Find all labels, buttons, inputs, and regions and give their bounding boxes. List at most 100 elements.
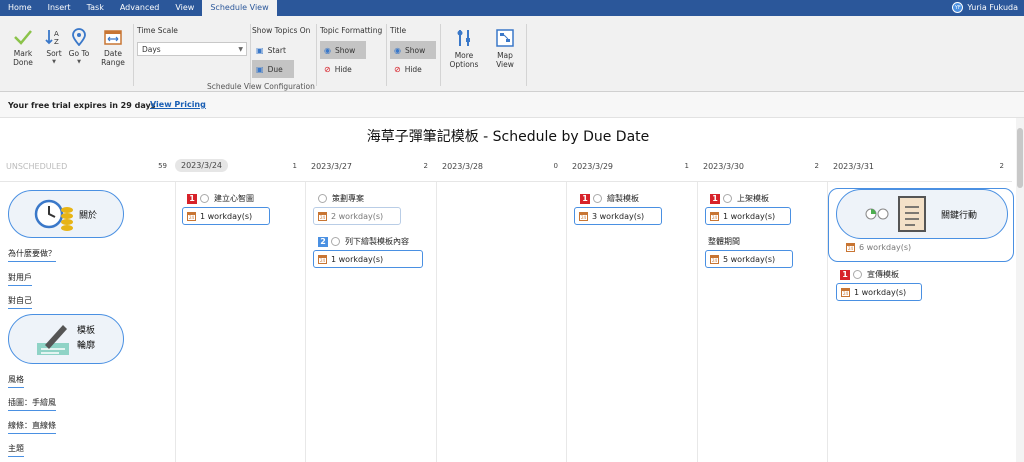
- column-header-2023-3-28[interactable]: 2023/3/28 0: [436, 156, 566, 182]
- column-count: 2: [814, 162, 819, 170]
- eye-icon: ◉: [324, 45, 331, 55]
- progress-circle-icon[interactable]: [200, 194, 209, 203]
- trial-message: Your free trial expires in 29 days: [8, 101, 156, 110]
- date-range-button[interactable]: Date Range: [98, 28, 128, 67]
- calendar-start-icon: ▣: [256, 45, 264, 55]
- progress-circle-icon[interactable]: [853, 270, 862, 279]
- task-row[interactable]: 策劃專案: [318, 193, 364, 204]
- task-row[interactable]: 1 上架模板: [710, 193, 769, 204]
- progress-circle-icon[interactable]: [593, 194, 602, 203]
- topic-item[interactable]: 線條：直線條: [8, 420, 56, 434]
- task-row[interactable]: 整體期間: [708, 236, 740, 247]
- progress-circle-icon[interactable]: [723, 194, 732, 203]
- column-count: 1: [684, 162, 689, 170]
- topic-item[interactable]: 對自己: [8, 295, 32, 309]
- title-show-toggle[interactable]: ◉ Show: [390, 41, 436, 59]
- tab-view[interactable]: View: [167, 0, 202, 16]
- topic-formatting-label: Topic Formatting: [320, 26, 383, 35]
- ribbon-separator: [133, 24, 134, 86]
- column-header-2023-3-31[interactable]: 2023/3/31 2: [827, 156, 1012, 182]
- topic-item[interactable]: 主題: [8, 443, 24, 457]
- eye-icon: ◉: [394, 45, 401, 55]
- duration-box[interactable]: 24 1 workday(s): [313, 250, 423, 268]
- go-to-label: Go To: [68, 49, 90, 58]
- calendar-icon: 24: [710, 254, 719, 264]
- view-pricing-link[interactable]: View Pricing: [150, 100, 206, 109]
- duration-box[interactable]: 24 2 workday(s): [313, 207, 401, 225]
- go-to-button[interactable]: Go To ▼: [66, 28, 92, 67]
- due-label: Due: [267, 64, 283, 74]
- task-row[interactable]: 1 宣傳模板: [840, 269, 899, 280]
- column-header-2023-3-27[interactable]: 2023/3/27 2: [305, 156, 436, 182]
- column-header-2023-3-24[interactable]: 2023/3/24 1: [175, 156, 305, 182]
- column-header-2023-3-29[interactable]: 2023/3/29 1: [566, 156, 697, 182]
- hide-label: Hide: [404, 64, 422, 74]
- chevron-down-icon: ▼: [238, 46, 243, 53]
- topic-card-about[interactable]: 關於: [8, 190, 124, 238]
- duration-row[interactable]: 24 6 workday(s): [846, 243, 911, 252]
- tools-icon: [457, 30, 470, 46]
- ribbon-separator: [386, 24, 387, 86]
- task-label: 上架模板: [737, 194, 769, 203]
- tab-task[interactable]: Task: [79, 0, 112, 16]
- duration-text: 1 workday(s): [723, 211, 776, 221]
- tab-insert[interactable]: Insert: [40, 0, 79, 16]
- due-toggle[interactable]: ▣ Due: [252, 60, 294, 78]
- task-row[interactable]: 2 列下繪製模板內容: [318, 236, 409, 247]
- topic-card-label: 關鍵行動: [941, 210, 978, 221]
- topic-card-template-outline[interactable]: 模板 輪廓: [8, 314, 124, 364]
- progress-circle-icon[interactable]: [318, 194, 327, 203]
- start-toggle[interactable]: ▣ Start: [252, 41, 294, 59]
- topic-item[interactable]: 對用戶: [8, 272, 32, 286]
- task-row[interactable]: 1 建立心智圖: [187, 193, 254, 204]
- time-scale-select[interactable]: Days ▼: [137, 42, 247, 56]
- document-icon: [898, 196, 926, 232]
- user-name: Yuria Fukuda: [967, 3, 1018, 12]
- topic-formatting-hide-toggle[interactable]: ⊘ Hide: [320, 60, 366, 78]
- ribbon-separator: [316, 24, 317, 86]
- topic-card-key-action[interactable]: 關鍵行動: [836, 189, 1008, 239]
- sort-button[interactable]: AZ Sort ▼: [44, 28, 64, 67]
- priority-badge: 1: [187, 193, 197, 204]
- priority-badge: 1: [580, 193, 590, 204]
- time-scale-value: Days: [142, 45, 161, 54]
- title-hide-toggle[interactable]: ⊘ Hide: [390, 60, 436, 78]
- topic-item[interactable]: 插圖：手繪風: [8, 397, 56, 411]
- column-date: 2023/3/28: [442, 162, 484, 171]
- tab-schedule-view[interactable]: Schedule View: [202, 0, 277, 16]
- column-divider: [305, 182, 306, 462]
- calendar-icon: 24: [841, 287, 850, 297]
- scrollbar-thumb[interactable]: [1017, 128, 1023, 188]
- progress-circle-icon[interactable]: [331, 237, 340, 246]
- calendar-due-icon: ▣: [256, 64, 264, 74]
- topic-item[interactable]: 為什麼要做？: [8, 248, 56, 262]
- task-label: 繪製模板: [607, 194, 639, 203]
- duration-text: 1 workday(s): [200, 211, 253, 221]
- ribbon-separator: [440, 24, 441, 86]
- topic-item[interactable]: 風格: [8, 374, 24, 388]
- duration-box[interactable]: 24 1 workday(s): [182, 207, 270, 225]
- more-options-button[interactable]: More Options: [446, 28, 482, 69]
- tab-advanced[interactable]: Advanced: [112, 0, 168, 16]
- tab-home[interactable]: Home: [0, 0, 40, 16]
- map-view-button[interactable]: Map View: [490, 28, 520, 69]
- topic-formatting-show-toggle[interactable]: ◉ Show: [320, 41, 366, 59]
- column-header-unscheduled[interactable]: UNSCHEDULED 59: [0, 156, 175, 182]
- vertical-scrollbar[interactable]: [1016, 118, 1024, 462]
- time-scale-label: Time Scale: [137, 26, 178, 35]
- duration-box[interactable]: 24 3 workday(s): [574, 207, 662, 225]
- duration-box[interactable]: 24 5 workday(s): [705, 250, 793, 268]
- svg-text:Z: Z: [54, 38, 59, 46]
- column-divider: [697, 182, 698, 462]
- user-account[interactable]: YF Yuria Fukuda: [952, 2, 1018, 13]
- column-header-2023-3-30[interactable]: 2023/3/30 2: [697, 156, 827, 182]
- duration-box[interactable]: 24 1 workday(s): [836, 283, 922, 301]
- menu-bar: Home Insert Task Advanced View Schedule …: [0, 0, 1024, 16]
- topic-card-label-wrap: 模板 輪廓: [77, 324, 95, 354]
- map-view-label: Map View: [496, 51, 514, 69]
- mark-done-button[interactable]: Mark Done: [8, 28, 38, 67]
- column-count: 1: [292, 162, 297, 170]
- task-row[interactable]: 1 繪製模板: [580, 193, 639, 204]
- topic-card-label: 模板: [77, 326, 96, 336]
- duration-box[interactable]: 24 1 workday(s): [705, 207, 791, 225]
